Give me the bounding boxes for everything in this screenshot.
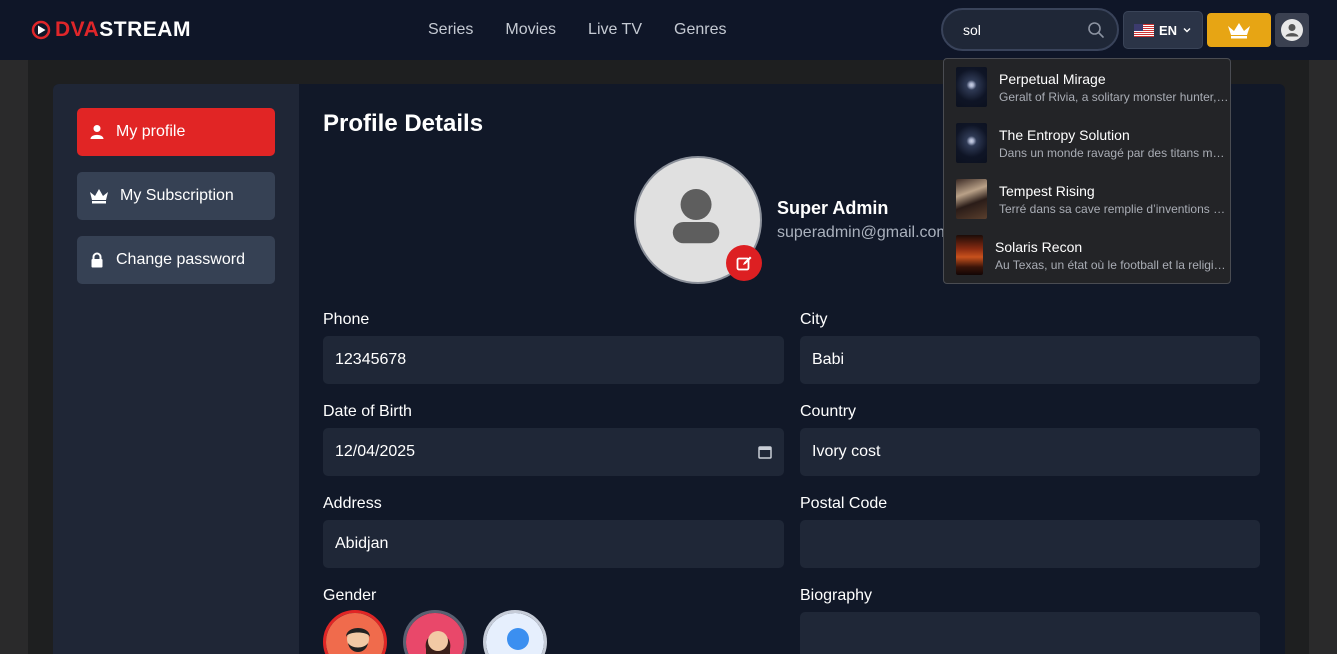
search-input[interactable]: [963, 21, 1087, 38]
address-input[interactable]: Abidjan: [323, 520, 784, 568]
main-nav: Series Movies Live TV Genres: [428, 0, 726, 60]
search-icon[interactable]: [1087, 21, 1105, 39]
user-email: superadmin@gmail.com: [777, 224, 943, 241]
nav-movies[interactable]: Movies: [505, 21, 556, 39]
top-navbar: DVASTREAM Series Movies Live TV Genres E…: [0, 0, 1337, 60]
brand-name-white: STREAM: [99, 18, 191, 41]
result-description: Au Texas, un état où le football et la r…: [995, 258, 1227, 272]
gender-label: Gender: [323, 587, 377, 604]
chevron-down-icon: [1183, 28, 1191, 33]
sidebar-item-label: Change password: [116, 251, 245, 268]
search-result-item[interactable]: The Entropy Solution Dans un monde ravag…: [944, 115, 1230, 171]
search-result-item[interactable]: Tempest Rising Terré dans sa cave rempli…: [944, 171, 1230, 227]
dob-label: Date of Birth: [323, 403, 412, 420]
female-avatar-icon: [406, 613, 464, 654]
biography-textarea[interactable]: [800, 612, 1260, 654]
dob-value: 12/04/2025: [335, 443, 416, 460]
phone-input[interactable]: 12345678: [323, 336, 784, 384]
result-title: Solaris Recon: [995, 239, 1083, 255]
brand-name-red: DVA: [55, 18, 100, 41]
edit-avatar-button[interactable]: [726, 245, 762, 281]
search-result-item[interactable]: Perpetual Mirage Geralt of Rivia, a soli…: [944, 59, 1230, 115]
result-description: Dans un monde ravagé par des titans man.…: [999, 146, 1231, 160]
crown-icon: [90, 189, 108, 204]
male-avatar-icon: [326, 613, 384, 654]
poster-thumbnail: [956, 123, 987, 163]
result-description: Geralt of Rivia, a solitary monster hunt…: [999, 90, 1231, 104]
profile-sidebar: My profile My Subscription Change passwo…: [53, 84, 299, 654]
user-name: Super Admin: [777, 198, 889, 218]
result-title: The Entropy Solution: [999, 127, 1130, 143]
crown-icon: [1228, 23, 1250, 39]
phone-label: Phone: [323, 311, 370, 328]
user-icon: [90, 125, 104, 139]
user-menu-button[interactable]: [1275, 13, 1309, 47]
city-label: City: [800, 311, 828, 328]
poster-thumbnail: [956, 179, 987, 219]
page-title: Profile Details: [323, 110, 484, 137]
gender-neutral-option[interactable]: [483, 610, 547, 654]
brand-logo[interactable]: DVASTREAM: [30, 18, 191, 42]
result-title: Perpetual Mirage: [999, 71, 1106, 87]
biography-label: Biography: [800, 587, 873, 604]
user-avatar-icon: [1281, 19, 1303, 41]
postal-code-input[interactable]: [800, 520, 1260, 568]
gender-male-option[interactable]: [323, 610, 387, 654]
search-box: [941, 8, 1119, 51]
sidebar-item-my-subscription[interactable]: My Subscription: [77, 172, 275, 220]
poster-thumbnail: [956, 235, 983, 275]
postal-code-label: Postal Code: [800, 495, 888, 512]
gender-female-option[interactable]: [403, 610, 467, 654]
play-logo-icon: [31, 20, 51, 40]
address-label: Address: [323, 495, 382, 512]
lock-icon: [91, 252, 103, 268]
us-flag-icon: [1133, 23, 1154, 37]
poster-thumbnail: [956, 67, 987, 107]
sidebar-item-my-profile[interactable]: My profile: [77, 108, 275, 156]
country-label: Country: [800, 403, 857, 420]
city-input[interactable]: Babi: [800, 336, 1260, 384]
premium-button[interactable]: [1207, 13, 1271, 47]
neutral-avatar-icon: [486, 613, 544, 654]
nav-genres[interactable]: Genres: [674, 21, 726, 39]
search-results-dropdown: Perpetual Mirage Geralt of Rivia, a soli…: [943, 58, 1231, 284]
edit-icon: [736, 256, 751, 270]
sidebar-item-label: My profile: [116, 123, 186, 140]
language-selector[interactable]: EN: [1123, 11, 1203, 49]
country-input[interactable]: Ivory cost: [800, 428, 1260, 476]
result-title: Tempest Rising: [999, 183, 1095, 199]
nav-series[interactable]: Series: [428, 21, 473, 39]
sidebar-item-change-password[interactable]: Change password: [77, 236, 275, 284]
dob-input[interactable]: 12/04/2025: [323, 428, 784, 476]
result-description: Terré dans sa cave remplie d’inventions …: [999, 202, 1231, 216]
search-result-item[interactable]: Solaris Recon Au Texas, un état où le fo…: [944, 227, 1230, 283]
language-code: EN: [1158, 22, 1178, 38]
calendar-icon[interactable]: [758, 445, 772, 459]
nav-live-tv[interactable]: Live TV: [588, 21, 642, 39]
sidebar-item-label: My Subscription: [120, 187, 234, 204]
